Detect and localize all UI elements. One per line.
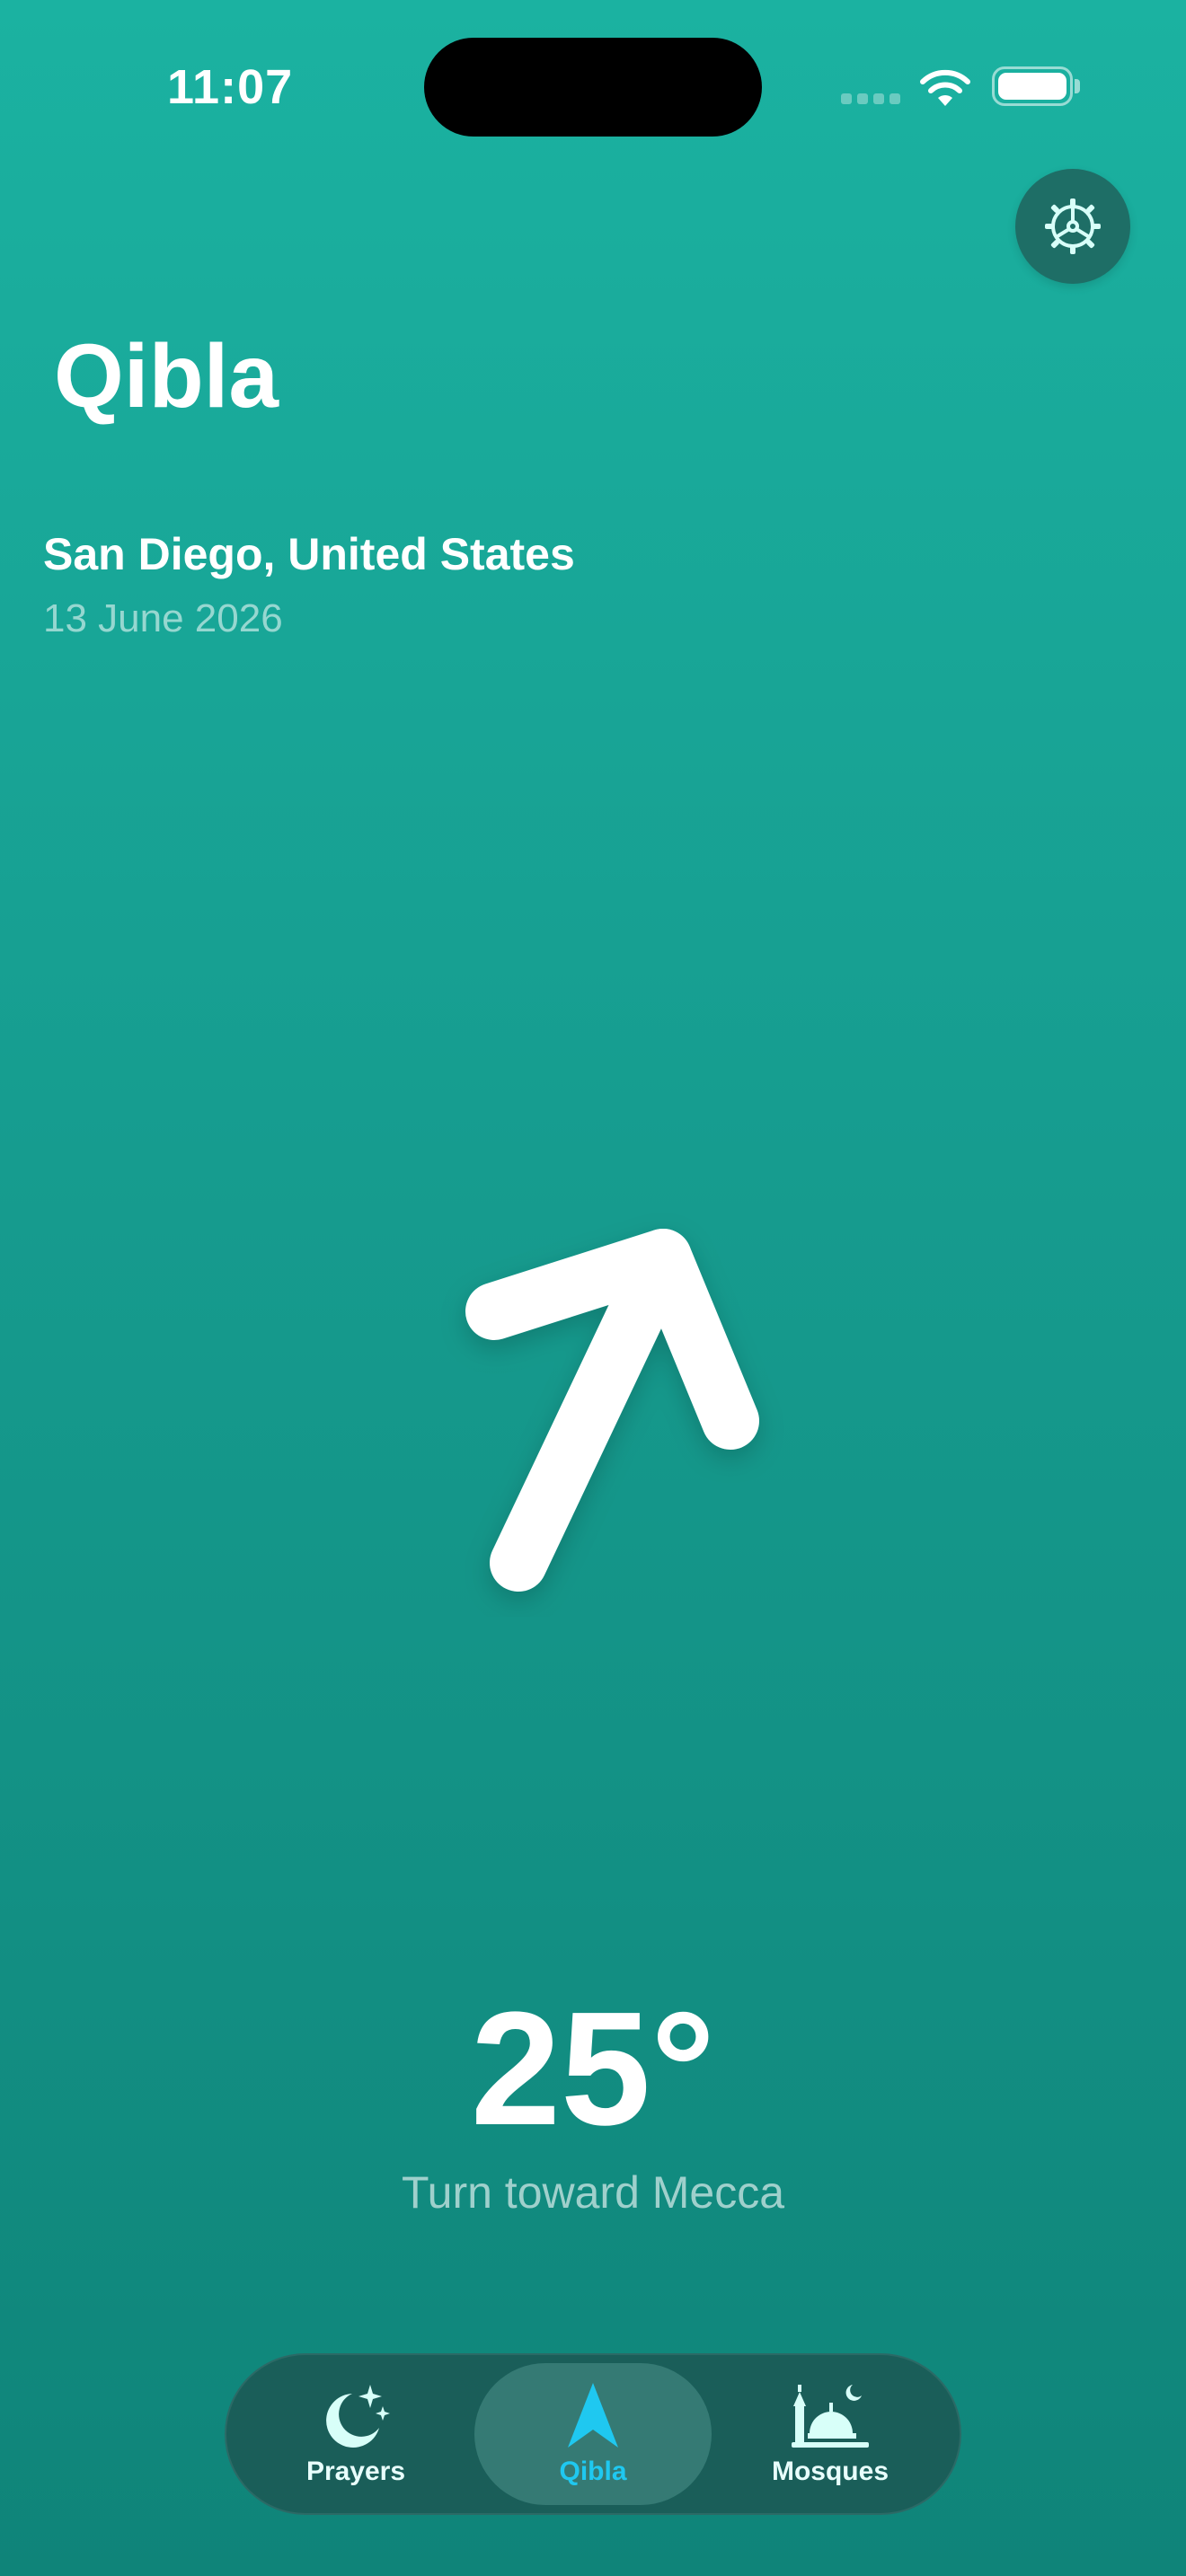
- location-arrow-icon: [568, 2383, 618, 2448]
- cellular-signal-icon: [841, 93, 900, 104]
- page-title: Qibla: [54, 326, 279, 427]
- wifi-icon: [920, 69, 970, 106]
- tab-label: Qibla: [559, 2457, 627, 2486]
- tab-prayers[interactable]: Prayers: [237, 2363, 474, 2505]
- date-label: 13 June 2026: [43, 596, 283, 640]
- qibla-degrees: 25°: [470, 1979, 716, 2159]
- tab-label: Prayers: [305, 2457, 406, 2486]
- dynamic-island: [424, 38, 762, 137]
- tab-label: Mosques: [771, 2457, 890, 2486]
- moon-stars-icon: [326, 2385, 390, 2448]
- status-time: 11:07: [167, 60, 294, 114]
- tab-qibla[interactable]: Qibla: [474, 2363, 712, 2505]
- location-label: San Diego, United States: [43, 529, 575, 579]
- qibla-hint: Turn toward Mecca: [401, 2167, 785, 2218]
- tab-bar: Prayers Qibla Mosques: [225, 2353, 961, 2515]
- mosque-icon: [792, 2385, 869, 2448]
- tab-mosques[interactable]: Mosques: [712, 2363, 949, 2505]
- gear-icon: [1045, 198, 1101, 254]
- qibla-direction-arrow-icon: [465, 1229, 759, 1592]
- settings-button[interactable]: [1015, 169, 1130, 284]
- battery-icon: [992, 66, 1073, 106]
